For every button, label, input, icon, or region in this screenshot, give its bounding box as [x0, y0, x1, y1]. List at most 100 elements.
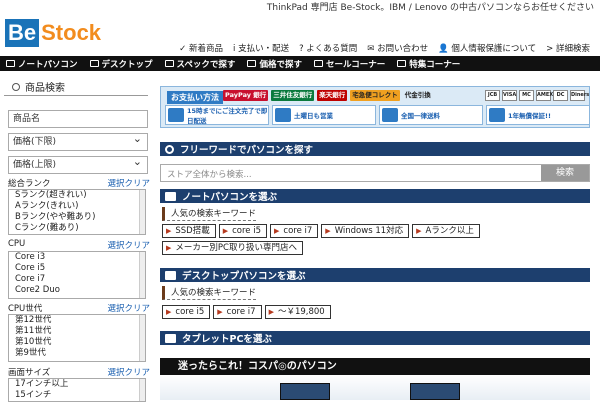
price-min-select[interactable]: 価格(下限): [8, 131, 148, 151]
nav-spec[interactable]: スペックで探す: [159, 58, 242, 70]
feature-row: 15時までにご注文完了で即日配送 土曜日も営業 全国一律送料 1年無償保証!!: [165, 105, 590, 125]
visa-logo: VISA: [502, 90, 517, 101]
triangle-right-icon: ▶: [268, 308, 274, 316]
best-value-banner[interactable]: [160, 375, 590, 400]
cpu-gen-clear-link[interactable]: 選択クリア: [107, 302, 150, 314]
keyword-chip[interactable]: ▶ core i7: [213, 305, 262, 319]
rank-list[interactable]: Sランク(超きれい) Aランク(きれい) Bランク(やや難あり) Cランク(難あ…: [8, 189, 146, 235]
desktop-chips: ▶ core i5 ▶ core i7 ▶ ～￥19,800: [162, 305, 582, 319]
keyword-chip[interactable]: ▶ core i7: [270, 224, 319, 238]
keyword-chip[interactable]: ▶ メーカー別PC取り扱い専門店へ: [162, 241, 303, 255]
logo-stock: Stock: [41, 20, 102, 45]
keyword-chip[interactable]: ▶ Windows 11対応: [321, 224, 410, 238]
chip-label: core i7: [226, 307, 256, 317]
rank-label-row: 総合ランク 選択クリア: [8, 177, 150, 189]
list-item[interactable]: 第10世代: [9, 337, 145, 348]
section-title: デスクトップパソコンを選ぶ: [182, 271, 306, 282]
scrollbar[interactable]: [139, 379, 145, 401]
cpu-label: CPU: [8, 239, 26, 249]
tablet-header[interactable]: タブレットPCを選ぶ: [160, 331, 590, 345]
feature-text: 土曜日も営業: [294, 112, 333, 120]
search-icon: [12, 82, 20, 91]
section-title: フリーワードでパソコンを探す: [180, 145, 314, 156]
list-item[interactable]: Core i3: [9, 252, 145, 263]
thumbs-up-icon: [275, 108, 291, 122]
notebook-chips: ▶ SSD搭載 ▶ core i5 ▶ core i7 ▶ Windows 11対応 ▶…: [162, 224, 582, 255]
nav-feature[interactable]: 特集コーナー: [391, 58, 466, 70]
payment-label: お支払い方法: [167, 91, 223, 104]
keyword-chip[interactable]: ▶ SSD搭載: [162, 224, 216, 238]
product-name-input[interactable]: 商品名: [8, 110, 148, 128]
top-link-payment[interactable]: i 支払い・配送: [233, 42, 289, 54]
rank-clear-link[interactable]: 選択クリア: [107, 177, 150, 189]
cpu-gen-list[interactable]: 第12世代 第11世代 第10世代 第9世代: [8, 314, 146, 362]
top-link-contact[interactable]: ✉ お問い合わせ: [367, 42, 428, 54]
search-button[interactable]: 検索: [541, 165, 589, 181]
scrollbar[interactable]: [139, 315, 145, 361]
triangle-right-icon: ▶: [416, 227, 422, 235]
list-item[interactable]: Core i5: [9, 263, 145, 274]
keyword-chip[interactable]: ▶ Aランク以上: [412, 224, 480, 238]
nav-price[interactable]: 価格で探す: [241, 58, 308, 70]
main-nav: ノートパソコン デスクトップ スペックで探す 価格で探す セールコーナー 特集コ…: [0, 56, 600, 71]
keyword-chip[interactable]: ▶ core i5: [218, 224, 268, 238]
section-title: タブレットPCを選ぶ: [182, 334, 272, 345]
top-link-advanced-search[interactable]: > 詳細検索: [546, 42, 590, 54]
list-item[interactable]: Core2 Duo: [9, 285, 145, 296]
clock-icon: [168, 108, 184, 122]
nav-label: 価格で探す: [259, 59, 302, 70]
chip-label: Aランク以上: [425, 226, 474, 236]
gift-icon: [397, 60, 407, 67]
site-logo[interactable]: Be Stock: [5, 18, 101, 48]
list-item[interactable]: Aランク(きれい): [9, 201, 145, 212]
cpu-gen-label: CPU世代: [8, 304, 43, 314]
nav-desktop[interactable]: デスクトップ: [84, 58, 159, 70]
triangle-right-icon: ▶: [166, 308, 172, 316]
list-item[interactable]: Core i7: [9, 274, 145, 285]
list-item[interactable]: 第12世代: [9, 315, 145, 326]
list-item[interactable]: 15インチ: [9, 390, 145, 401]
desktop-header: デスクトップパソコンを選ぶ: [160, 268, 590, 282]
nav-label: ノートパソコン: [18, 59, 78, 70]
cpu-clear-link[interactable]: 選択クリア: [107, 239, 150, 251]
scrollbar[interactable]: [139, 190, 145, 234]
chip-label: core i5: [232, 226, 262, 236]
cpu-gen-label-row: CPU世代 選択クリア: [8, 302, 150, 314]
list-item[interactable]: Cランク(難あり): [9, 223, 145, 234]
top-link-privacy[interactable]: 👤 個人情報保護について: [438, 42, 536, 54]
dc-logo: DC: [553, 90, 568, 101]
list-item[interactable]: 第11世代: [9, 326, 145, 337]
chip-label: ～￥19,800: [277, 307, 325, 317]
nav-sale[interactable]: セールコーナー: [308, 58, 391, 70]
nav-notebook[interactable]: ノートパソコン: [0, 58, 84, 70]
collect-logo: 宅急便コレクト: [350, 90, 400, 101]
list-item[interactable]: Bランク(やや難あり): [9, 212, 145, 223]
cpu-list[interactable]: Core i3 Core i5 Core i7 Core2 Duo: [8, 251, 146, 299]
chip-label: core i5: [175, 307, 205, 317]
freeword-input[interactable]: ストア全体から検索...: [167, 168, 252, 180]
feature-warranty: 1年無償保証!!: [486, 105, 590, 125]
screen-list[interactable]: 17インチ以上 15インチ: [8, 378, 146, 402]
smbc-logo: 三井住友銀行: [271, 90, 315, 101]
header: Be Stock ThinkPad 専門店 Be-Stock。IBM / Len…: [0, 0, 600, 56]
sidebar-title-text: 商品検索: [25, 83, 65, 94]
list-item[interactable]: Sランク(超きれい): [9, 190, 145, 201]
screen-clear-link[interactable]: 選択クリア: [107, 366, 150, 378]
sidebar-title: 商品検索: [4, 78, 148, 96]
list-item[interactable]: 第9世代: [9, 348, 145, 359]
triangle-right-icon: ▶: [222, 227, 229, 235]
top-link-new[interactable]: ✓ 新着商品: [179, 42, 223, 54]
price-max-select[interactable]: 価格(上限): [8, 154, 148, 174]
desktop-keyword-label: 人気の検索キーワード: [162, 286, 257, 300]
card-logos: JCB VISA MC AMEX DC Diners: [485, 90, 589, 101]
notebook-keyword-label: 人気の検索キーワード: [162, 207, 257, 221]
feature-text: 1年無償保証!!: [508, 112, 551, 120]
top-link-faq[interactable]: ? よくある質問: [299, 42, 357, 54]
keyword-chip[interactable]: ▶ ～￥19,800: [264, 305, 331, 319]
list-item[interactable]: 17インチ以上: [9, 379, 145, 390]
amex-logo: AMEX: [536, 90, 553, 101]
scrollbar[interactable]: [139, 252, 145, 298]
keyword-chip[interactable]: ▶ core i5: [162, 305, 211, 319]
cart-icon: [313, 60, 323, 67]
nav-label: デスクトップ: [101, 59, 153, 70]
